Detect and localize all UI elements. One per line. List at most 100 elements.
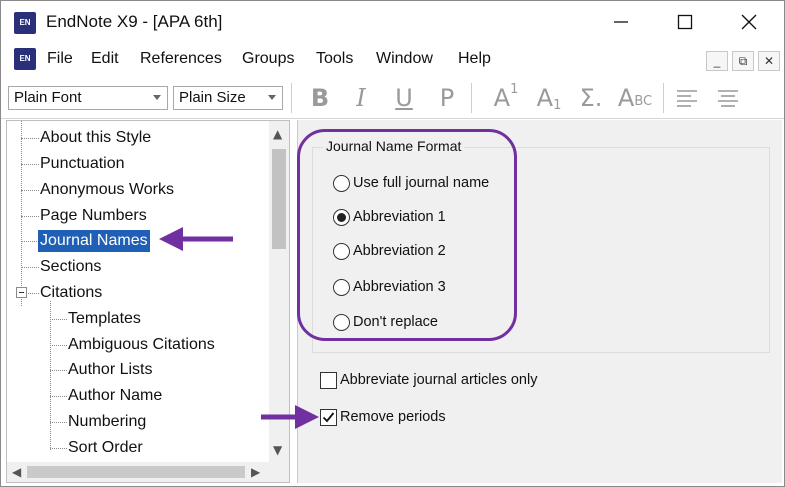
tree-item-page-numbers[interactable]: Page Numbers bbox=[38, 205, 149, 227]
superscript-mark: 1 bbox=[510, 81, 519, 97]
bold-button[interactable]: B bbox=[306, 82, 334, 114]
scroll-right-icon[interactable]: ▶ bbox=[251, 465, 260, 479]
scroll-left-icon[interactable]: ◀ bbox=[12, 465, 21, 479]
checkbox-abbreviate-journal-articles-only[interactable]: Abbreviate journal articles only bbox=[320, 370, 537, 390]
document-app-icon[interactable]: EN bbox=[14, 48, 36, 70]
maximize-button[interactable] bbox=[653, 1, 717, 43]
format-toolbar: Plain Font Plain Size B I U P A1 A1 Σ. A… bbox=[1, 77, 784, 119]
tree-connector bbox=[21, 190, 39, 191]
tree-item-label: Author Lists bbox=[68, 361, 153, 378]
checkbox-label: Abbreviate journal articles only bbox=[340, 372, 538, 388]
tree-connector bbox=[50, 396, 67, 397]
tree-item-label: About this Style bbox=[40, 129, 152, 146]
tree-item-sort-order[interactable]: Sort Order bbox=[66, 437, 145, 459]
align-left-button[interactable] bbox=[673, 82, 701, 114]
scroll-corner bbox=[269, 462, 289, 482]
tree-item-anonymous-works[interactable]: Anonymous Works bbox=[38, 179, 176, 201]
tree-item-sections[interactable]: Sections bbox=[38, 256, 103, 278]
doc-minimize-button[interactable]: _ bbox=[706, 51, 728, 71]
menu-window[interactable]: Window bbox=[376, 50, 433, 68]
window-title: EndNote X9 - [APA 6th] bbox=[46, 12, 223, 31]
tree-item-author-name[interactable]: Author Name bbox=[66, 385, 164, 407]
tree-item-label: Page Numbers bbox=[40, 207, 147, 224]
font-select-value: Plain Font bbox=[14, 89, 82, 106]
tree-connector bbox=[50, 448, 67, 449]
endnote-window: EN EndNote X9 - [APA 6th] EN File Edit R… bbox=[0, 0, 785, 487]
tree-connector bbox=[50, 422, 67, 423]
menu-references[interactable]: References bbox=[140, 50, 222, 68]
tree-connector bbox=[50, 319, 67, 320]
symbol-button[interactable]: Σ. bbox=[575, 82, 607, 114]
small-caps-mark: BC bbox=[634, 93, 653, 109]
superscript-button[interactable]: A1 bbox=[489, 82, 523, 114]
menu-file[interactable]: File bbox=[47, 50, 73, 68]
subscript-mark: 1 bbox=[553, 97, 562, 113]
menu-tools[interactable]: Tools bbox=[316, 50, 353, 68]
tree-item-label: Sections bbox=[40, 258, 102, 275]
tree-connector bbox=[50, 345, 67, 346]
minimize-icon bbox=[614, 21, 628, 23]
checkbox[interactable] bbox=[320, 371, 337, 389]
scroll-up-icon[interactable]: ▲ bbox=[273, 127, 282, 141]
tree-connector bbox=[21, 138, 39, 139]
toolbar-divider bbox=[291, 83, 292, 113]
menu-bar: EN File Edit References Groups Tools Win… bbox=[1, 43, 784, 77]
checkmark-icon bbox=[322, 411, 335, 422]
doc-restore-button[interactable]: ⧉ bbox=[732, 51, 754, 71]
tree-connector bbox=[50, 301, 51, 450]
endnote-app-icon[interactable]: EN bbox=[14, 12, 36, 34]
tree-connector bbox=[21, 121, 22, 306]
underline-button[interactable]: U bbox=[390, 82, 418, 114]
tree-item-citations[interactable]: Citations bbox=[38, 282, 104, 304]
menu-edit[interactable]: Edit bbox=[91, 50, 119, 68]
maximize-icon bbox=[677, 14, 693, 30]
doc-close-button[interactable]: ✕ bbox=[758, 51, 780, 71]
plain-button[interactable]: P bbox=[433, 82, 461, 114]
tree-connector bbox=[50, 370, 67, 371]
size-select-value: Plain Size bbox=[179, 89, 246, 106]
tree-item-label: Sort Order bbox=[68, 439, 143, 456]
tree-connector bbox=[21, 216, 39, 217]
tree-item-label: Citations bbox=[40, 284, 103, 301]
scroll-thumb[interactable] bbox=[272, 149, 286, 249]
align-left-icon bbox=[677, 90, 697, 107]
tree-item-numbering[interactable]: Numbering bbox=[66, 411, 148, 433]
scroll-down-icon[interactable]: ▼ bbox=[273, 443, 282, 457]
tree-connector bbox=[21, 267, 39, 268]
subscript-button[interactable]: A1 bbox=[532, 82, 566, 114]
tree-item-ambiguous-citations[interactable]: Ambiguous Citations bbox=[66, 334, 217, 356]
small-caps-letter: A bbox=[617, 84, 635, 112]
checkbox-remove-periods[interactable]: Remove periods bbox=[320, 407, 446, 427]
scroll-thumb[interactable] bbox=[27, 466, 245, 478]
align-center-icon bbox=[718, 90, 738, 107]
tree-connector bbox=[21, 241, 39, 242]
chevron-down-icon bbox=[268, 95, 276, 100]
tree-item-journal-names[interactable]: Journal Names bbox=[38, 230, 150, 252]
superscript-letter: A bbox=[493, 84, 511, 112]
menu-help[interactable]: Help bbox=[458, 50, 491, 68]
tree-connector bbox=[21, 164, 39, 165]
tree-item-author-lists[interactable]: Author Lists bbox=[66, 359, 154, 381]
minimize-button[interactable] bbox=[589, 1, 653, 43]
collapse-icon[interactable] bbox=[16, 287, 27, 298]
style-tree[interactable]: About this Style Punctuation Anonymous W… bbox=[6, 120, 290, 483]
size-select[interactable]: Plain Size bbox=[173, 86, 283, 110]
checkbox[interactable] bbox=[320, 408, 337, 426]
tree-item-punctuation[interactable]: Punctuation bbox=[38, 153, 127, 175]
chevron-down-icon bbox=[153, 95, 161, 100]
tree-item-label: Journal Names bbox=[38, 230, 150, 252]
font-select[interactable]: Plain Font bbox=[8, 86, 168, 110]
small-caps-button[interactable]: A BC bbox=[613, 82, 657, 114]
menu-groups[interactable]: Groups bbox=[242, 50, 294, 68]
tree-item-templates[interactable]: Templates bbox=[66, 308, 143, 330]
checkbox-label: Remove periods bbox=[340, 409, 446, 425]
tree-horizontal-scrollbar[interactable]: ◀ ▶ bbox=[7, 462, 269, 482]
arrow-pointer-icon bbox=[261, 405, 319, 429]
tree-item-about-this-style[interactable]: About this Style bbox=[38, 127, 153, 149]
tree-item-label: Author Name bbox=[68, 387, 163, 404]
close-icon bbox=[741, 14, 757, 30]
close-button[interactable] bbox=[717, 1, 781, 43]
align-center-button[interactable] bbox=[714, 82, 742, 114]
italic-button[interactable]: I bbox=[347, 82, 375, 114]
subscript-letter: A bbox=[536, 84, 554, 112]
